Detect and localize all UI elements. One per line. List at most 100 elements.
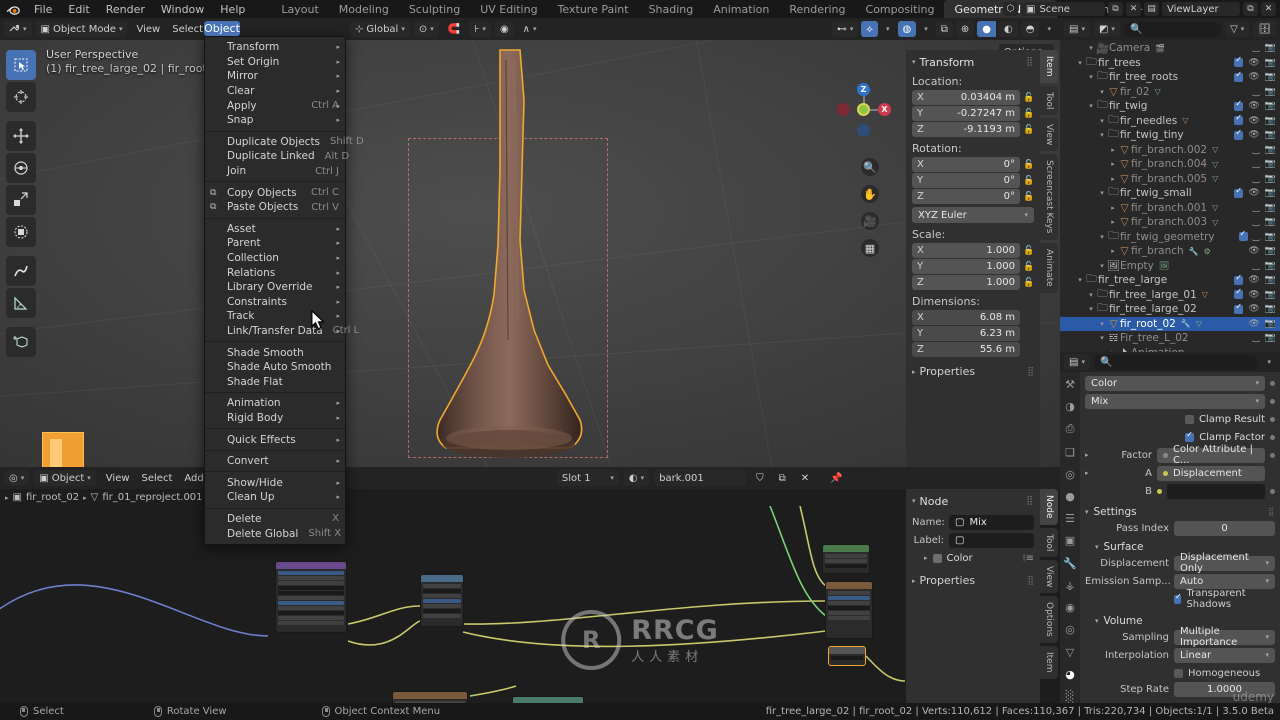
output-tab[interactable]: ⎙ [1062,422,1078,436]
outliner-row[interactable]: ▾ ▽ fir_02 ▽ ‿ 📷 [1060,85,1280,100]
location-field-y[interactable]: Y -0.27247 m [912,106,1020,121]
disclosure-triangle-icon[interactable]: ▾ [1097,88,1107,96]
gizmo-axis-x[interactable]: X [878,103,891,116]
outliner-row-toggles[interactable]: ‿📷 [1239,43,1276,53]
menu-item-duplicate-objects[interactable]: Duplicate Objects Shift D [205,135,364,150]
navigation-gizmo[interactable]: Z X [836,82,892,138]
node-bump[interactable] [512,696,584,703]
texture-tab[interactable]: ░ [1062,690,1078,703]
node-sidebar-tab-view[interactable]: View [1040,559,1058,594]
visibility-eye-icon[interactable]: ‿ [1253,217,1260,227]
menu-item-animation[interactable]: Animation ▸ [205,396,345,411]
node-mapping[interactable] [420,574,464,627]
disclosure-triangle-icon[interactable]: ▾ [1086,44,1096,52]
shading-wireframe[interactable]: ⊕ [955,21,975,37]
new-collection-icon[interactable]: 🗄 [1253,21,1276,37]
workspace-tab-compositing[interactable]: Compositing [856,0,945,18]
outliner-row-toggles[interactable]: ‿📷 [1238,229,1276,242]
render-camera-icon[interactable]: 📷 [1265,174,1276,184]
overlays-toggle[interactable]: ◍ [897,21,917,37]
modifier-icon[interactable]: 🔧 [1189,247,1199,256]
viewport-sidebar-tabs[interactable]: Item Tool View Screencast Keys Animate [1040,50,1060,293]
world-tab[interactable]: ● [1062,490,1078,503]
menu-item-track[interactable]: Track ▸ [205,309,345,324]
render-camera-icon[interactable]: 📷 [1265,203,1276,213]
menu-item-join[interactable]: Join Ctrl J [205,164,345,179]
menu-item-delete-global[interactable]: Delete Global Shift X [205,526,345,541]
exclude-checkbox[interactable] [1234,186,1244,198]
exclude-checkbox[interactable] [1234,273,1244,285]
outliner-row[interactable]: ▸ ▽ fir_branch 🔧 ⚙ 👁 📷 [1060,244,1280,259]
properties-panel-header[interactable]: ▸ Properties ⣿ [912,365,1034,378]
gizmo-axis-neg-x[interactable] [837,103,850,116]
node-sidebar-tab-tool[interactable]: Tool [1040,527,1058,557]
scale-field-y[interactable]: Y 1.000 [912,259,1020,274]
node-output[interactable] [828,646,866,666]
outliner-row-toggles[interactable]: 👁📷 [1234,186,1276,198]
disclosure-triangle-icon[interactable]: ▾ [1097,131,1107,139]
outliner-row[interactable]: ▸ ▽ fir_branch.004 ▽ ‿ 📷 [1060,157,1280,172]
outliner-row-toggles[interactable]: ‿📷 [1239,203,1276,213]
menu-item-link-transfer-data[interactable]: Link/Transfer Data Ctrl L ▸ [205,324,359,339]
workspace-tab-uv-editing[interactable]: UV Editing [470,0,547,18]
dimensions-field-x[interactable]: X 6.08 m [912,310,1020,325]
visibility-eye-icon[interactable]: 👁 [1248,58,1259,68]
gizmo-axis-z[interactable]: Z [857,83,870,96]
object-menu-popup[interactable]: Transform ▸ Set Origin ▸ Mirror ▸ Clear ▸ Apply C… [204,36,364,545]
properties-filter-caret[interactable]: ▾ [1262,354,1276,370]
disclosure-triangle-icon[interactable]: ▾ [1097,233,1107,241]
interaction-mode-selector[interactable]: ▣ Object Mode ▾ [35,21,128,37]
disclosure-triangle-icon[interactable]: ▾ [1097,117,1107,125]
snap-icon[interactable]: 🧲 [443,21,465,37]
snap-to-selector[interactable]: ⊦ ▾ [469,21,491,37]
blend-mode-dropdown[interactable]: Mix ▾ [1085,393,1265,409]
new-material-icon[interactable]: ⧉ [774,470,791,486]
render-camera-icon[interactable]: 📷 [1265,87,1276,97]
outliner-row-toggles[interactable]: ‿📷 [1239,217,1276,227]
visibility-eye-icon[interactable]: 👁 [1248,101,1259,111]
disclosure-triangle-icon[interactable]: ▸ [1108,204,1118,212]
menu-item-shade-smooth[interactable]: Shade Smooth [205,345,345,360]
render-camera-icon[interactable]: 📷 [1265,188,1276,198]
outliner-row-toggles[interactable]: 👁📷 [1234,287,1276,300]
clamp-factor-checkbox[interactable] [1185,430,1195,442]
gizmo-options-caret[interactable]: ▾ [881,21,895,37]
proportional-falloff-selector[interactable]: ∧ ▾ [518,21,542,37]
outliner-row[interactable]: ▾🗀fir_twig👁📷 [1060,99,1280,114]
tool-tab[interactable]: ⚒ [1062,378,1078,391]
render-camera-icon[interactable]: 📷 [1265,43,1276,53]
rotation-field-x[interactable]: X 0° [912,157,1020,172]
collection-tab[interactable]: ☰ [1062,512,1078,525]
workspace-tab-animation[interactable]: Animation [703,0,779,18]
render-camera-icon[interactable]: 📷 [1265,232,1276,242]
menu-item-parent[interactable]: Parent ▸ [205,236,345,251]
menu-item-copy-objects[interactable]: ⧉ Copy Objects Ctrl C [205,185,345,200]
disclosure-triangle-icon[interactable]: ▾ [1097,334,1107,342]
measure-tool[interactable] [6,288,36,318]
gizmo-toggle[interactable]: ⟡ [861,21,878,37]
render-camera-icon[interactable]: 📷 [1265,304,1276,314]
outliner-row-toggles[interactable]: 👁📷 [1234,128,1276,140]
mesh-data-icon[interactable]: ▽ [1212,203,1218,212]
menu-item-rigid-body[interactable]: Rigid Body ▸ [205,411,345,426]
outliner-row[interactable]: ▾🗀fir_tree_large_01▽👁📷 [1060,287,1280,303]
menu-item-apply[interactable]: Apply Ctrl A ▸ [205,98,345,113]
node-color-attribute[interactable] [822,544,870,574]
viewport-nav-buttons[interactable]: 🔍 ✋ 🎥 ▦ [861,158,879,257]
mesh-data-icon[interactable]: ▽ [1212,218,1218,227]
drag-handle[interactable]: ⣿ [1027,576,1034,586]
blender-logo-icon[interactable] [0,0,26,18]
filter-icon[interactable]: ▽ ▾ [1225,21,1250,37]
drag-handle[interactable]: ⣿ [1268,507,1275,516]
input-a-field[interactable]: Displacement [1157,465,1265,481]
rotation-mode-dropdown[interactable]: XYZ Euler ▾ [912,207,1034,223]
shading-rendered[interactable]: ◓ [1020,21,1040,37]
exclude-checkbox[interactable] [1234,55,1244,68]
location-field-x[interactable]: X 0.03404 m [912,90,1020,105]
emission-dropdown[interactable]: Auto ▾ [1174,573,1275,589]
node-panel-header[interactable]: ▾ Node ⣿ [912,493,1034,509]
scene-tab[interactable]: ◎ [1062,468,1078,481]
render-camera-icon[interactable]: 📷 [1265,275,1276,285]
data-tab[interactable]: ▽ [1062,645,1078,659]
properties-tab-strip[interactable]: ⚒ ◑ ⎙ ❑ ◎ ● ☰ ▣ 🔧 ⚶ ◉ ◎ ▽ ◕ ░ [1060,372,1080,703]
